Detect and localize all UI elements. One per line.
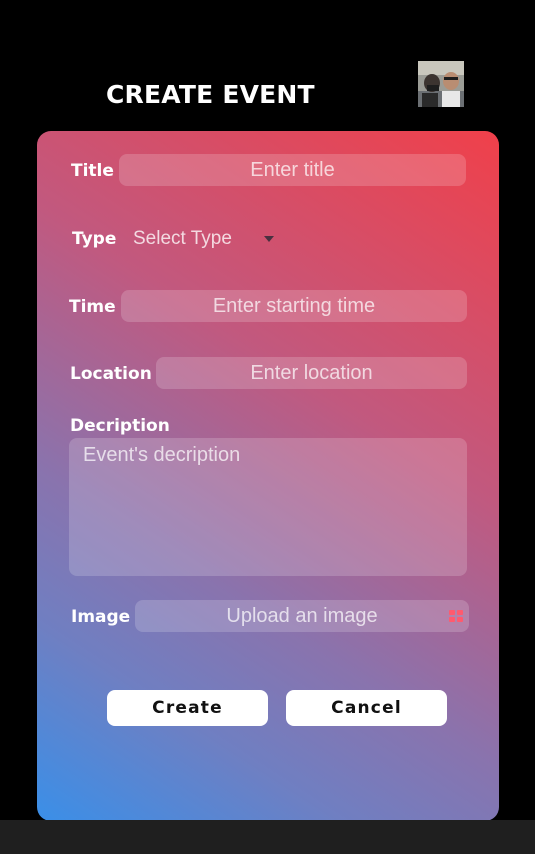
create-event-form: Title Enter title Type Select Type Time … (37, 131, 499, 821)
time-label: Time (69, 297, 116, 317)
create-button[interactable]: Create (107, 690, 268, 726)
description-textarea[interactable]: Event's decription (69, 438, 467, 576)
bottom-navigation-bar (0, 820, 535, 854)
image-upload-input[interactable]: Upload an image (135, 600, 469, 632)
image-label: Image (71, 607, 131, 627)
type-select-value: Select Type (133, 228, 232, 249)
type-select[interactable]: Select Type (133, 225, 283, 253)
avatar[interactable] (418, 61, 464, 107)
avatar-photo (418, 61, 464, 107)
location-input[interactable]: Enter location (156, 357, 467, 389)
caret-down-icon (264, 236, 274, 242)
title-label: Title (71, 161, 114, 181)
time-input[interactable]: Enter starting time (121, 290, 467, 322)
page-title: CREATE EVENT (106, 80, 315, 109)
cancel-button[interactable]: Cancel (286, 690, 447, 726)
image-upload-placeholder: Upload an image (226, 605, 378, 627)
grid-upload-icon[interactable] (449, 610, 463, 622)
type-label: Type (72, 229, 117, 249)
title-input[interactable]: Enter title (119, 154, 466, 186)
description-label: Decription (70, 416, 170, 436)
location-label: Location (70, 364, 152, 384)
